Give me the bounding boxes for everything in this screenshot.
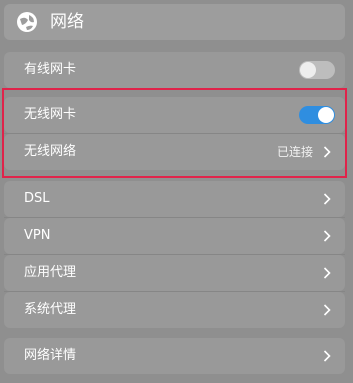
network-details-row[interactable]: 网络详情: [4, 338, 345, 374]
header-bar: 网络: [4, 4, 345, 40]
wireless-network-label: 无线网络: [24, 144, 77, 159]
connection-status: 已连接: [276, 145, 313, 159]
chevron-right-icon: [323, 230, 331, 242]
list-item-vpn[interactable]: VPN: [4, 218, 345, 254]
wireless-card-row: 无线网卡: [4, 97, 345, 133]
page-title: 网络: [50, 12, 84, 32]
wired-card-label: 有线网卡: [24, 62, 77, 77]
list-item-label: DSL: [24, 191, 50, 206]
chevron-right-icon: [323, 304, 331, 316]
wired-card-row: 有线网卡: [4, 52, 345, 88]
network-details-label: 网络详情: [24, 348, 77, 363]
chevron-right-icon: [323, 146, 331, 158]
chevron-right-icon: [323, 193, 331, 205]
list-item-label: 应用代理: [24, 265, 77, 280]
list-item-system-proxy[interactable]: 系统代理: [4, 292, 345, 328]
wireless-card-label: 无线网卡: [24, 107, 77, 122]
chevron-right-icon: [323, 350, 331, 362]
wireless-network-row[interactable]: 无线网络 已连接: [4, 134, 345, 170]
toggle-knob: [318, 107, 334, 123]
toggle-knob: [300, 62, 316, 78]
wireless-card-toggle[interactable]: [299, 106, 335, 124]
network-globe-icon: [17, 12, 37, 32]
list-item-label: VPN: [24, 228, 51, 243]
list-item-label: 系统代理: [24, 302, 77, 317]
wired-card-toggle[interactable]: [299, 61, 335, 79]
list-item-dsl[interactable]: DSL: [4, 181, 345, 217]
chevron-right-icon: [323, 267, 331, 279]
list-item-app-proxy[interactable]: 应用代理: [4, 255, 345, 291]
